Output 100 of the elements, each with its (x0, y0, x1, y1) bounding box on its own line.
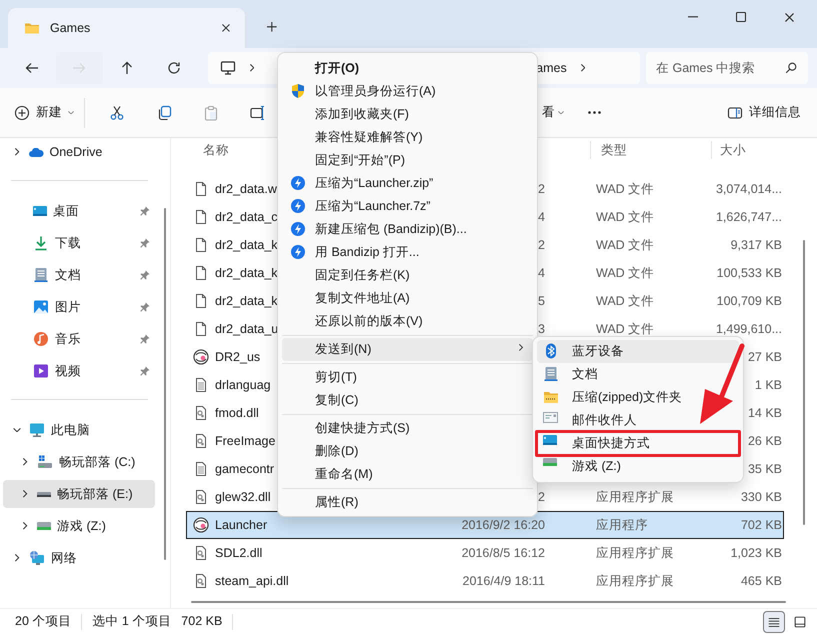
details-view-button[interactable] (763, 610, 785, 632)
menu-item[interactable]: 压缩(zipped)文件夹 (537, 386, 739, 409)
file-size: 702 KB (740, 518, 782, 532)
scrollbar[interactable] (803, 240, 805, 525)
menu-item[interactable]: 固定到“开始”(P) (282, 149, 533, 172)
menu-item[interactable]: 打开(O) (282, 57, 533, 80)
file-name: dr2_data_c (215, 208, 278, 226)
file-name: dr2_data_u (215, 320, 278, 338)
menu-item[interactable]: 发送到(N) (282, 338, 533, 361)
file-name: SDL2.dll (215, 544, 262, 562)
file-size: 26 KB (748, 434, 782, 448)
menu-item[interactable]: 重命名(M) (282, 463, 533, 486)
dll-file-icon (193, 433, 209, 449)
file-name: Launcher (215, 516, 268, 534)
menu-item[interactable]: 压缩为“Launcher.7z” (282, 195, 533, 218)
menu-item[interactable]: 还原以前的版本(V) (282, 310, 533, 333)
sidebar-item[interactable]: 此电脑 (3, 416, 155, 444)
new-icon (14, 104, 30, 120)
monitor-icon (220, 60, 236, 76)
file-name: dr2_data_k (215, 292, 278, 310)
menu-item[interactable]: 用 Bandizip 打开... (282, 241, 533, 264)
file-type: 应用程序扩展 (596, 574, 674, 588)
sidebar-item[interactable]: 网络 (3, 544, 155, 572)
view-button[interactable]: 看 (538, 96, 568, 130)
file-icon (193, 181, 209, 197)
menu-item[interactable]: 桌面快捷方式 (537, 432, 739, 455)
menu-item[interactable]: 蓝牙设备 (537, 340, 739, 363)
file-icon (193, 293, 209, 309)
sidebar-item[interactable]: 畅玩部落 (C:) (3, 448, 155, 476)
file-type: WAD 文件 (596, 266, 654, 280)
file-name: glew32.dll (215, 488, 271, 506)
menu-item[interactable]: 复制(C) (282, 389, 533, 412)
menu-item[interactable]: 删除(D) (282, 440, 533, 463)
file-type: WAD 文件 (596, 210, 654, 224)
new-button[interactable]: 新建 (8, 96, 80, 130)
file-size: 1,023 KB (730, 546, 782, 560)
details-button[interactable]: 详细信息 (719, 96, 809, 130)
dll-file-icon (193, 573, 209, 589)
file-type: 应用程序扩展 (596, 546, 674, 560)
sidebar-item[interactable]: 文档 (3, 261, 155, 289)
file-name: fmod.dll (215, 404, 259, 422)
file-name: dr2_data_k (215, 236, 278, 254)
lightning-icon (290, 221, 306, 237)
file-type: WAD 文件 (596, 182, 654, 196)
menu-item[interactable]: 剪切(T) (282, 366, 533, 389)
menu-item[interactable]: 邮件收件人 (537, 409, 739, 432)
sidebar-item[interactable]: 畅玩部落 (E:) (3, 480, 155, 508)
file-row[interactable]: Launcher 2016/9/2 16:20 应用程序 702 KB (186, 511, 784, 539)
column-header[interactable]: 类型 (590, 140, 711, 160)
menu-item[interactable]: 属性(R) (282, 491, 533, 514)
monitor-icon (29, 422, 45, 438)
chevron-down-icon (11, 428, 23, 432)
sidebar-item[interactable]: 下载 (3, 229, 155, 257)
app-icon (193, 517, 209, 533)
drive-icon (543, 458, 557, 466)
file-size: 3,074,014... (716, 182, 782, 196)
sidebar-item[interactable]: 视频 (3, 357, 155, 385)
menu-item[interactable]: 创建快捷方式(S) (282, 417, 533, 440)
file-icon (193, 321, 209, 337)
plus-icon (267, 22, 277, 32)
window-tab[interactable]: Games (8, 8, 245, 48)
menu-item[interactable]: 文档 (537, 363, 739, 386)
menu-item[interactable]: 固定到任务栏(K) (282, 264, 533, 287)
menu-item[interactable]: 兼容性疑难解答(Y) (282, 126, 533, 149)
sidebar-item[interactable]: 音乐 (3, 325, 155, 353)
chevron-right-icon (250, 64, 254, 72)
close-icon (222, 24, 230, 32)
caret-icon (68, 110, 74, 114)
sidebar-item[interactable]: 桌面 (3, 197, 155, 225)
file-type: 应用程序扩展 (596, 490, 674, 504)
menu-item[interactable]: 以管理员身份运行(A) (282, 80, 533, 103)
menu-item[interactable]: 压缩为“Launcher.zip” (282, 172, 533, 195)
column-header[interactable]: 大小 (711, 140, 784, 160)
search-field[interactable]: 在 Games 中搜索 (646, 52, 808, 84)
file-type: WAD 文件 (596, 322, 654, 336)
file-size: 1,499,610... (716, 322, 782, 336)
tab-title: Games (50, 20, 90, 37)
paste-icon (202, 104, 218, 120)
text-file-icon (193, 377, 209, 393)
file-size: 465 KB (740, 574, 782, 588)
file-name: dr2_data_k (215, 264, 278, 282)
caret-icon (558, 110, 564, 114)
drive-icon (37, 454, 53, 470)
scissors-icon (108, 104, 124, 120)
chevron-right-icon (580, 64, 585, 72)
details-pane-icon (727, 104, 743, 120)
file-size: 27 KB (748, 350, 782, 364)
menu-item[interactable]: 添加到收藏夹(F) (282, 103, 533, 126)
scrollbar[interactable] (164, 208, 166, 560)
video-icon (33, 363, 49, 379)
dll-file-icon (193, 489, 209, 505)
sidebar-item[interactable]: OneDrive (3, 138, 155, 166)
menu-item[interactable]: 复制文件地址(A) (282, 287, 533, 310)
sidebar-item[interactable]: 游戏 (Z:) (3, 512, 155, 540)
scrollbar[interactable] (191, 601, 786, 603)
menu-item[interactable]: 新建压缩包 (Bandizip)(B)... (282, 218, 533, 241)
menu-item[interactable]: 游戏 (Z:) (537, 455, 739, 478)
maximize-icon (736, 12, 746, 22)
sidebar-item[interactable]: 图片 (3, 293, 155, 321)
tiles-view-icon (793, 614, 807, 628)
